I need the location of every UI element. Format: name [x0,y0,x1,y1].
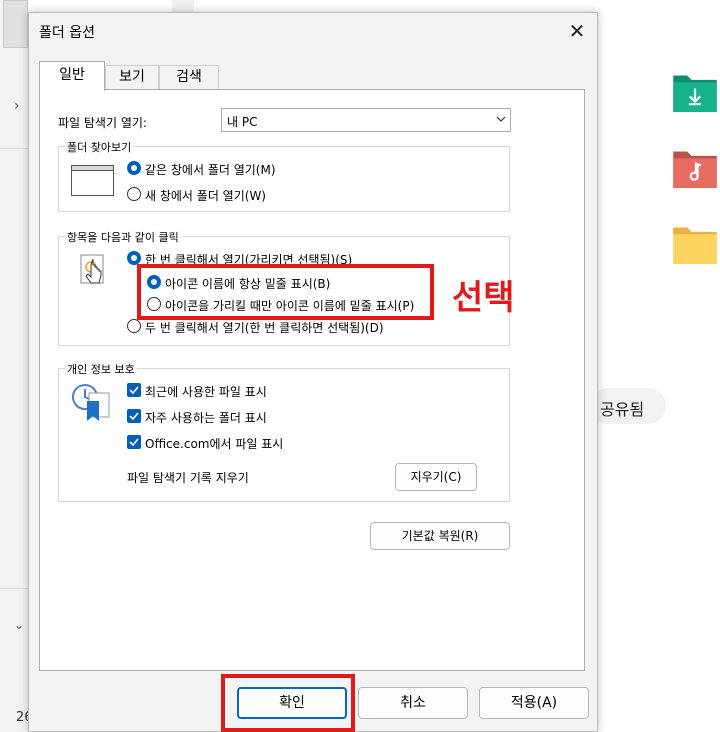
chevron-down-icon [496,116,506,122]
office-files-checkbox[interactable] [127,435,141,449]
open-same-window-radio[interactable] [127,161,141,175]
explorer-strip [172,0,194,12]
open-new-window-radio[interactable] [127,187,141,201]
folder-icon[interactable] [670,224,720,264]
apply-button[interactable]: 적용(A) [479,687,589,719]
general-tab-panel: 파일 탐색기 열기: 내 PC 폴더 찾아보기 같은 창에서 폴더 열기(M) … [39,89,585,671]
shared-chip[interactable]: 공유됨 [590,388,666,424]
browse-folders-group: 폴더 찾아보기 같은 창에서 폴더 열기(M) 새 창에서 폴더 열기(W) [58,139,510,212]
privacy-title: 개인 정보 보호 [65,361,137,377]
checkmark-icon [129,412,139,421]
hand-cursor-icon [80,254,104,284]
tab-search[interactable]: 검색 [159,65,219,89]
chevron-right-icon[interactable]: › [14,98,20,114]
annotation-label: 선택 [452,278,515,318]
folder-options-dialog: 폴더 옵션 ✕ 일반 보기 검색 파일 탐색기 열기: 내 PC 폴더 찾아보기… [28,12,598,732]
downloads-folder-icon[interactable] [670,72,720,112]
click-items-title: 항목을 다음과 같이 클릭 [65,229,181,245]
double-click-label[interactable]: 두 번 클릭해서 열기(한 번 클릭하면 선택됨)(D) [145,319,384,336]
window-icon [71,165,114,196]
tab-view[interactable]: 보기 [105,65,159,89]
checkmark-icon [129,386,139,395]
clear-history-label: 파일 탐색기 기록 지우기 [127,471,249,485]
office-files-label[interactable]: Office.com에서 파일 표시 [145,435,283,452]
nav-divider [0,588,28,589]
privacy-icon [72,384,110,421]
frequent-folders-checkbox[interactable] [127,409,141,423]
nav-divider [0,148,28,149]
music-folder-icon[interactable] [670,148,720,188]
recent-files-checkbox[interactable] [127,383,141,397]
recent-files-label[interactable]: 최근에 사용한 파일 표시 [145,383,267,400]
checkmark-icon [129,438,139,447]
open-explorer-label: 파일 탐색기 열기: [58,116,147,130]
annotation-highlight-options [137,264,434,320]
open-new-window-label[interactable]: 새 창에서 폴더 열기(W) [145,187,266,204]
dialog-title: 폴더 옵션 [39,25,95,41]
tab-general[interactable]: 일반 [39,61,105,91]
privacy-group: 개인 정보 보호 최근에 사용한 파일 표시 자주 사용하는 폴더 표시 Off… [58,361,510,502]
frequent-folders-label[interactable]: 자주 사용하는 폴더 표시 [145,409,267,426]
annotation-highlight-ok [221,674,355,732]
cancel-button[interactable]: 취소 [358,687,468,719]
open-same-window-label[interactable]: 같은 창에서 폴더 열기(M) [145,161,276,178]
explorer-nav-selected-item[interactable] [3,0,28,48]
open-explorer-select[interactable]: 내 PC [221,108,511,132]
double-click-radio[interactable] [127,319,141,333]
chevron-down-icon[interactable]: ⌄ [14,618,24,632]
close-icon[interactable]: ✕ [565,19,589,43]
open-explorer-value: 내 PC [227,115,258,129]
single-click-radio[interactable] [127,251,141,265]
browse-folders-title: 폴더 찾아보기 [65,139,134,155]
clear-history-button[interactable]: 지우기(C) [395,463,477,491]
restore-defaults-button[interactable]: 기본값 복원(R) [370,522,510,550]
